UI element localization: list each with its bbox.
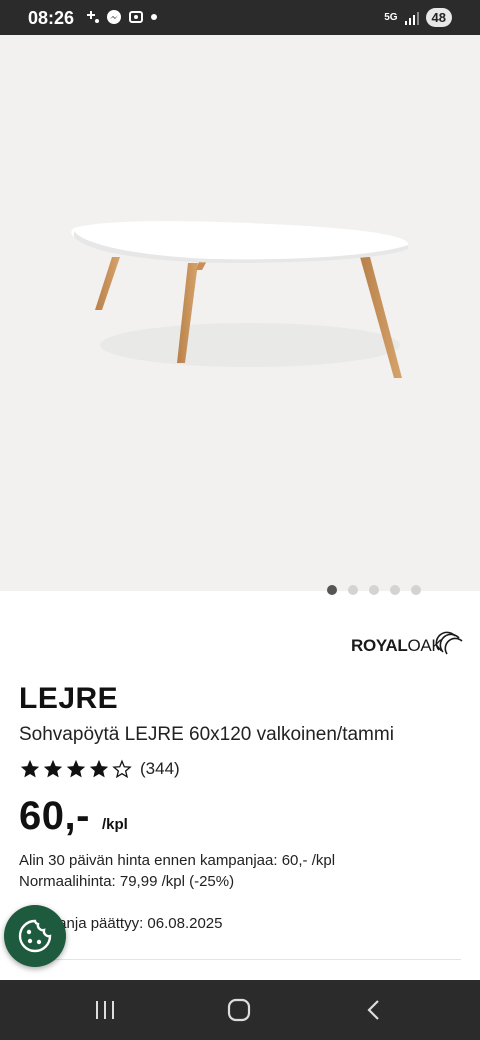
pagination-dot[interactable]: [327, 585, 337, 595]
normal-price-text: Normaalihinta: 79,99 /kpl (-25%): [19, 873, 235, 890]
price-info: Alin 30 päivän hinta ennen kampanjaa: 60…: [19, 850, 335, 892]
divider: [19, 959, 461, 960]
screenshot-icon: [129, 11, 143, 23]
lowest-price-text: Alin 30 päivän hinta ennen kampanjaa: 60…: [19, 852, 336, 869]
pagination-dot[interactable]: [369, 585, 379, 595]
back-icon[interactable]: [359, 996, 389, 1024]
brand-name: ROYALOAK: [351, 636, 443, 655]
product-rating[interactable]: (344): [19, 758, 180, 780]
star-filled-icon: [20, 759, 40, 778]
price-block: 60,- /kpl: [19, 794, 128, 839]
cookie-settings-button[interactable]: [4, 905, 66, 967]
review-count: (344): [140, 759, 180, 778]
signal-icon: [404, 11, 419, 25]
product-description: Sohvapöytä LEJRE 60x120 valkoinen/tammi: [19, 724, 394, 745]
gallery-pagination: [327, 585, 421, 595]
cookie-icon: [18, 919, 52, 953]
status-time: 08:26: [28, 8, 75, 28]
battery-indicator: 48: [425, 8, 452, 27]
product-image-gallery[interactable]: [0, 35, 480, 595]
dot-icon: [151, 14, 157, 20]
coffee-table-image: [71, 221, 409, 378]
star-filled-icon: [89, 759, 109, 778]
home-icon[interactable]: [224, 996, 254, 1024]
recent-apps-icon[interactable]: [90, 996, 120, 1024]
brand-swoosh-icon: [435, 631, 463, 655]
price-unit: /kpl: [101, 816, 128, 833]
system-nav-bar: [0, 980, 480, 1040]
pagination-dot[interactable]: [348, 585, 358, 595]
pagination-dot[interactable]: [390, 585, 400, 595]
brand-logo[interactable]: ROYALOAK: [351, 628, 463, 660]
status-bar: 08:26 5G 48: [0, 0, 480, 35]
star-filled-icon: [43, 759, 63, 778]
notification-icons: [86, 9, 158, 25]
tiny-plus-icon: [87, 11, 99, 23]
pagination-dot[interactable]: [411, 585, 421, 595]
star-empty-icon: [112, 759, 132, 779]
status-right: 5G 48: [384, 8, 452, 27]
network-label: 5G: [384, 11, 398, 23]
messenger-icon: [107, 10, 121, 24]
price-value: 60,-: [19, 794, 90, 838]
star-filled-icon: [66, 759, 86, 778]
product-title: LEJRE: [19, 682, 119, 715]
